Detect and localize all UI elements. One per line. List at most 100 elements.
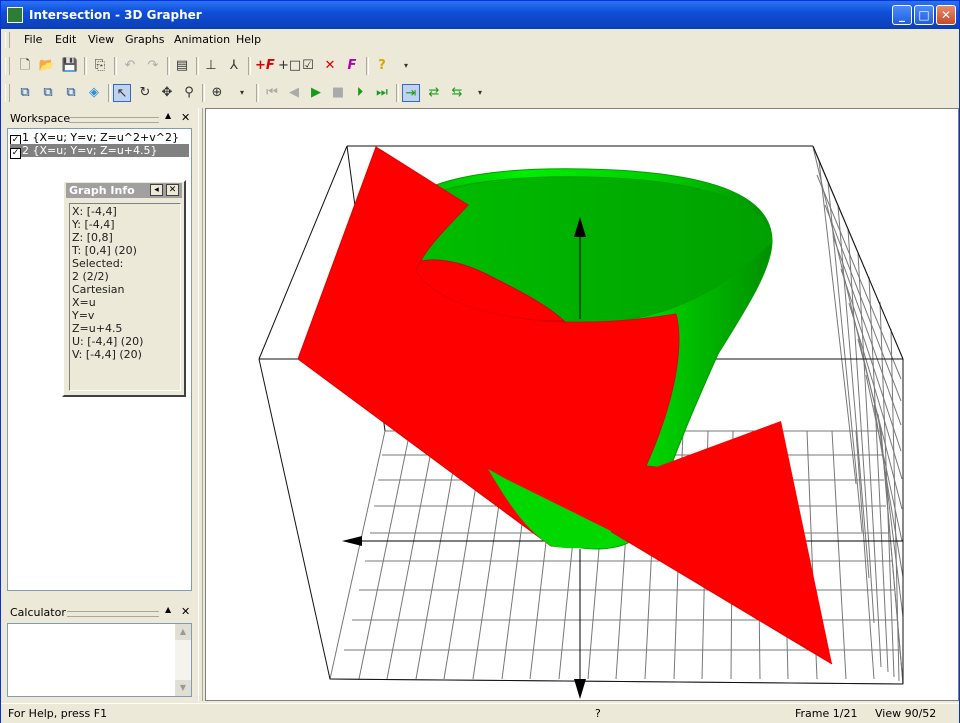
stop-icon[interactable]: ■ (329, 84, 347, 102)
calculator-input[interactable]: ▲ ▼ (7, 623, 192, 697)
rotate-icon[interactable]: ↻ (136, 84, 154, 102)
status-view: View 90/52 (875, 707, 937, 720)
graph-info-z-range: Z: [0,8] (72, 231, 113, 244)
toolbar-separator (256, 84, 259, 102)
select-icon[interactable]: ↖ (113, 84, 131, 102)
scroll-down-icon[interactable]: ▼ (175, 680, 191, 696)
calculator-grip[interactable] (67, 611, 159, 617)
toolbar-overflow-icon[interactable]: ▾ (471, 84, 489, 102)
calculator-collapse-icon[interactable]: ▲ (165, 605, 171, 614)
last-frame-icon[interactable]: ⏭ (373, 84, 391, 102)
axes-3d-icon[interactable]: ⅄ (225, 57, 243, 75)
toolbar-overflow-icon[interactable]: ▾ (397, 57, 415, 75)
toolbar-separator (84, 57, 87, 75)
toolbar-separator (396, 84, 399, 102)
graph-info-body: X: [-4,4] Y: [-4,4] Z: [0,8] T: [0,4] (2… (69, 203, 181, 391)
status-help-text: For Help, press F1 (8, 707, 108, 720)
axes-icon[interactable]: ⊥ (202, 57, 220, 75)
graph-info-t-range: T: [0,4] (20) (72, 244, 137, 257)
anim-bounce-icon[interactable]: ⇆ (448, 84, 466, 102)
graph-info-close-icon[interactable]: ✕ (166, 184, 179, 196)
graph-info-pin-icon[interactable]: ◂ (150, 184, 163, 196)
graph-info-z-eq: Z=u+4.5 (72, 322, 123, 335)
menubar-grip[interactable] (5, 32, 10, 48)
prev-frame-icon[interactable]: ◀ (285, 84, 303, 102)
status-indicator: ? (595, 707, 601, 720)
play-icon[interactable]: ▶ (307, 84, 325, 102)
anim-once-icon[interactable]: ⇥ (402, 84, 420, 102)
view-iso-icon[interactable]: ◈ (85, 84, 103, 102)
scroll-up-icon[interactable]: ▲ (175, 624, 191, 640)
undo-icon[interactable]: ↶ (121, 57, 139, 75)
toolbar-separator (202, 84, 205, 102)
toolbar-grip[interactable] (5, 57, 10, 75)
title-bar[interactable]: Intersection - 3D Grapher _ □ ✕ (1, 1, 959, 29)
save-icon[interactable]: 💾 (61, 57, 79, 75)
graph-info-u-range: U: [-4,4] (20) (72, 335, 144, 348)
graph-info-selected-label: Selected: (72, 257, 124, 270)
toolbar-separator (114, 57, 117, 75)
x-axis-arrow-icon (342, 536, 362, 546)
redo-icon[interactable]: ↷ (144, 57, 162, 75)
maximize-button[interactable]: □ (914, 5, 934, 25)
copy-icon[interactable]: ⎘ (91, 57, 109, 75)
add-graph-icon[interactable]: +□ (278, 57, 301, 75)
workspace-item-label: 1 {X=u; Y=v; Z=u^2+v^2} (22, 131, 179, 144)
anim-loop-icon[interactable]: ⇄ (425, 84, 443, 102)
workspace-grip[interactable] (69, 117, 159, 123)
workspace-close-icon[interactable]: ✕ (181, 111, 190, 124)
zoom-fit-icon[interactable]: ⊕ (208, 84, 226, 102)
workspace-item-2[interactable]: ✓ 2 {X=u; Y=v; Z=u+4.5} (10, 144, 189, 159)
workspace-collapse-icon[interactable]: ▲ (165, 111, 171, 120)
workspace-title: Workspace (10, 112, 71, 125)
close-button[interactable]: ✕ (936, 5, 956, 25)
right-wall-grid (812, 146, 904, 685)
status-frame: Frame 1/21 (795, 707, 858, 720)
toolbar-grip[interactable] (5, 84, 10, 102)
zoom-icon[interactable]: ⚲ (180, 84, 198, 102)
properties-icon[interactable]: ▤ (173, 57, 191, 75)
graph-info-coord-type: Cartesian (72, 283, 125, 296)
next-frame-icon[interactable]: ⏵ (351, 84, 369, 102)
new-icon[interactable]: 🗋 (16, 57, 34, 75)
menu-view[interactable]: View (88, 33, 114, 46)
toolbar-separator (366, 57, 369, 75)
graph-info-v-range: V: [-4,4] (20) (72, 348, 142, 361)
graph-info-y-eq: Y=v (72, 309, 95, 322)
workspace-item-label: 2 {X=u; Y=v; Z=u+4.5} (22, 144, 158, 157)
move-icon[interactable]: ✥ (158, 84, 176, 102)
first-frame-icon[interactable]: ⏮ (263, 84, 281, 102)
graph-info-x-eq: X=u (72, 296, 96, 309)
calculator-title: Calculator (10, 606, 66, 619)
menu-graphs[interactable]: Graphs (125, 33, 164, 46)
help-icon[interactable]: ? (373, 57, 391, 75)
window-title: Intersection - 3D Grapher (29, 8, 202, 22)
view-front-icon[interactable]: ⧉ (16, 84, 34, 102)
menu-bar: File Edit View Graphs Animation Help (1, 29, 959, 51)
view-side-icon[interactable]: ⧉ (39, 84, 57, 102)
graph-viewport[interactable] (205, 108, 959, 701)
menu-edit[interactable]: Edit (55, 33, 76, 46)
open-icon[interactable]: 📂 (38, 57, 56, 75)
checkbox-checked-icon[interactable]: ✓ (10, 148, 21, 159)
zoom-dropdown-icon[interactable]: ▾ (233, 84, 251, 102)
toolbar-separator (248, 57, 251, 75)
view-top-icon[interactable]: ⧉ (62, 84, 80, 102)
menu-help[interactable]: Help (236, 33, 261, 46)
calculator-close-icon[interactable]: ✕ (181, 605, 190, 618)
calculator-scrollbar[interactable]: ▲ ▼ (175, 624, 191, 696)
delete-graph-icon[interactable]: ✕ (321, 57, 339, 75)
graph-info-y-range: Y: [-4,4] (72, 218, 115, 231)
graph-canvas[interactable] (206, 109, 958, 700)
function-icon[interactable]: F (343, 57, 361, 75)
app-icon (7, 7, 23, 23)
add-function-icon[interactable]: +F (255, 57, 275, 75)
menu-file[interactable]: File (24, 33, 42, 46)
graph-info-selected-value: 2 (2/2) (72, 270, 109, 283)
minimize-button[interactable]: _ (892, 5, 912, 25)
graph-info-title[interactable]: Graph Info (66, 183, 182, 198)
panel-splitter[interactable] (198, 108, 203, 701)
menu-animation[interactable]: Animation (174, 33, 230, 46)
workspace-item-1[interactable]: ✓ 1 {X=u; Y=v; Z=u^2+v^2} (10, 131, 189, 146)
graph-settings-icon[interactable]: ☑ (299, 57, 317, 75)
